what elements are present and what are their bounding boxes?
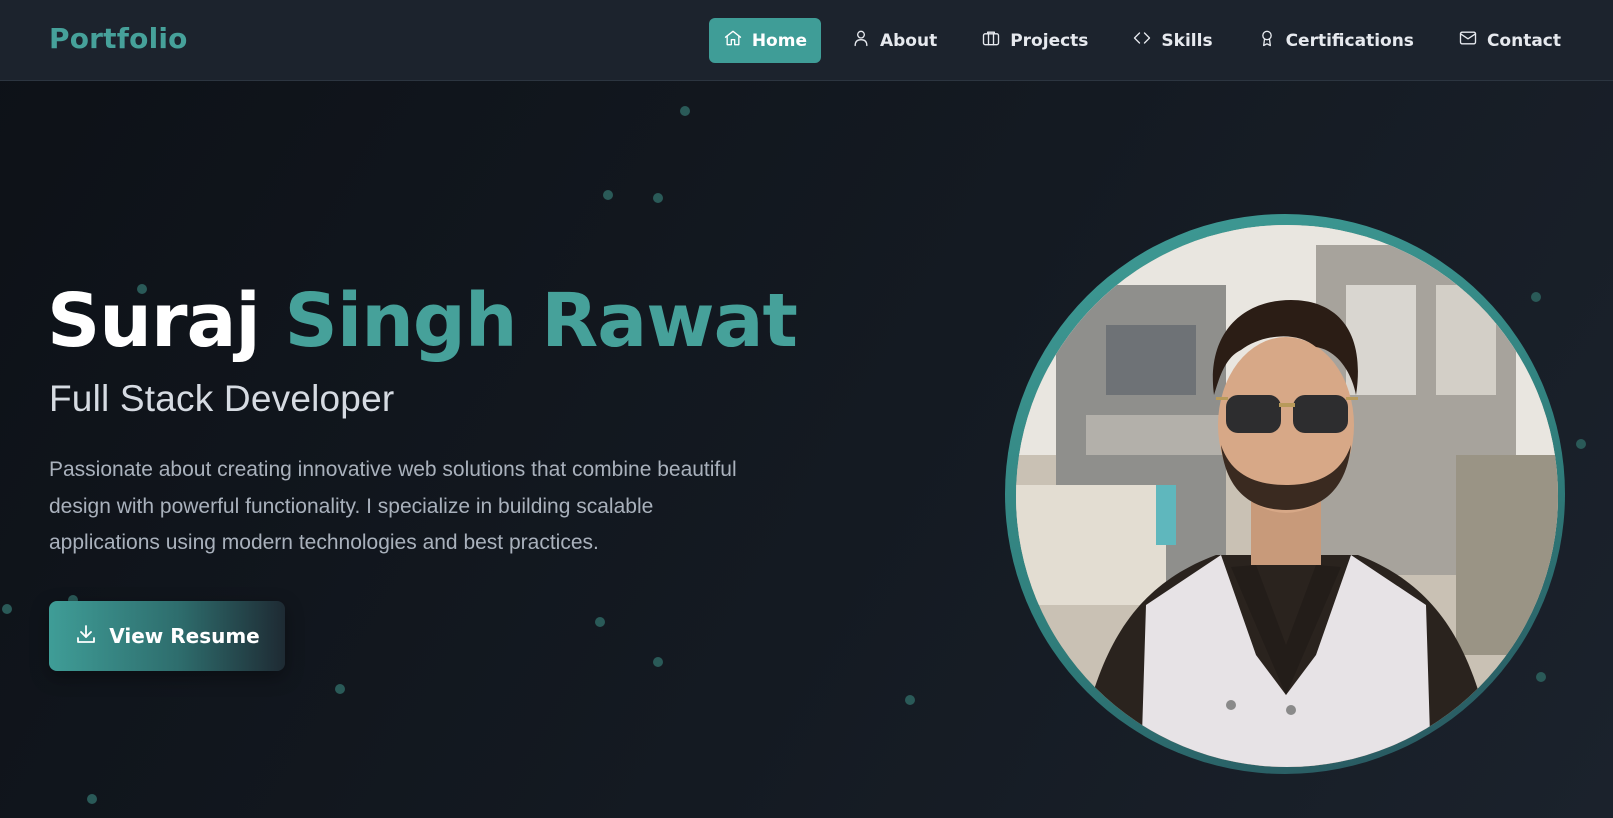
nav-item-label: About xyxy=(879,30,938,51)
brand-logo[interactable]: Portfolio xyxy=(49,22,188,55)
award-icon xyxy=(1257,28,1277,53)
hero-name: Suraj Singh Rawat xyxy=(47,278,798,364)
decor-dot xyxy=(680,106,690,116)
decor-dot xyxy=(653,193,663,203)
nav-item-about[interactable]: About xyxy=(837,18,951,63)
navbar: Portfolio Home About Projects Skills Cer… xyxy=(0,0,1613,81)
nav-item-label: Projects xyxy=(1010,30,1089,51)
decor-dot xyxy=(595,617,605,627)
decor-dot xyxy=(603,190,613,200)
profile-photo xyxy=(1016,225,1558,767)
mail-icon xyxy=(1458,28,1478,53)
hero-first-name: Suraj xyxy=(47,278,261,364)
nav-item-label: Contact xyxy=(1486,30,1561,51)
decor-dot xyxy=(2,604,12,614)
profile-photo-illustration xyxy=(1016,225,1558,767)
decor-dot xyxy=(905,695,915,705)
decor-dot xyxy=(87,794,97,804)
home-icon xyxy=(723,28,743,53)
hero-description: Passionate about creating innovative web… xyxy=(49,458,737,554)
code-icon xyxy=(1132,28,1152,53)
nav-item-label: Home xyxy=(751,30,807,51)
decor-dot xyxy=(1536,672,1546,682)
nav-item-skills[interactable]: Skills xyxy=(1118,18,1226,63)
nav-item-label: Certifications xyxy=(1285,30,1414,51)
decor-dot xyxy=(653,657,663,667)
nav-item-contact[interactable]: Contact xyxy=(1444,18,1575,63)
download-icon xyxy=(74,622,98,651)
nav-item-projects[interactable]: Projects xyxy=(967,18,1102,63)
nav-item-home[interactable]: Home xyxy=(708,18,821,63)
nav-item-label: Skills xyxy=(1161,30,1213,51)
main-nav: Home About Projects Skills Certification… xyxy=(708,18,1575,63)
nav-item-certifications[interactable]: Certifications xyxy=(1243,18,1428,63)
decor-dot xyxy=(1531,292,1541,302)
view-resume-label: View Resume xyxy=(109,624,260,648)
user-icon xyxy=(851,28,871,53)
view-resume-button[interactable]: View Resume xyxy=(49,601,285,671)
decor-dot xyxy=(1576,439,1586,449)
briefcase-icon xyxy=(981,28,1001,53)
decor-dot xyxy=(335,684,345,694)
hero-last-name: Singh Rawat xyxy=(284,278,798,364)
hero-role: Full Stack Developer xyxy=(49,378,395,419)
